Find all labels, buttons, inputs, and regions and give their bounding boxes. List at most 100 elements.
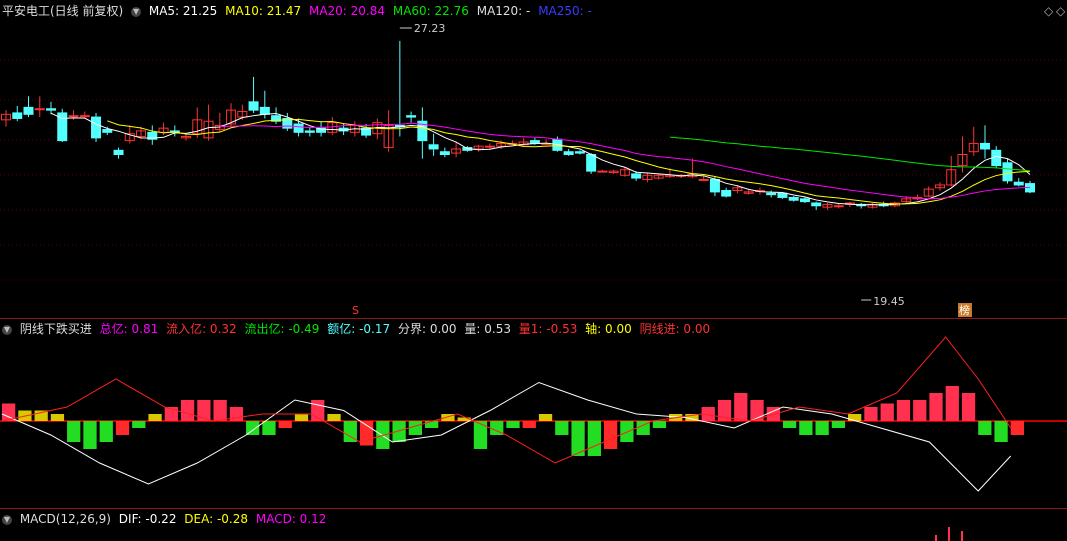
indicator-bar — [538, 414, 553, 421]
indicator-bar — [603, 421, 618, 449]
indicator-bar — [880, 403, 894, 421]
candle-body — [428, 144, 439, 150]
indicator-bar — [473, 421, 488, 449]
kline-chart[interactable]: 27.23 19.45 S 榜 — [0, 0, 1067, 318]
candle-body — [304, 130, 315, 133]
ma60-value: MA60: 22.76 — [392, 4, 469, 18]
indicator-bar — [294, 414, 309, 421]
indicator-bar — [180, 400, 195, 421]
candle-body — [293, 123, 304, 133]
dropdown-icon[interactable]: ▼ — [2, 324, 12, 335]
indicator-bar — [848, 414, 862, 421]
candle-body — [698, 178, 709, 181]
candle-body — [811, 202, 822, 207]
ma10-value: MA10: 21.47 — [225, 4, 302, 18]
macd-bar — [935, 535, 937, 541]
indicator-bar — [620, 421, 634, 442]
indicator-bar — [945, 386, 959, 421]
diamond-icon[interactable]: ◇ — [1044, 4, 1053, 18]
indicator-bar — [327, 414, 341, 421]
indicator-bar — [229, 407, 244, 421]
candle-body — [439, 151, 450, 155]
ma250-value: MA250: - — [538, 4, 592, 18]
candle-body — [709, 178, 720, 193]
candle-body — [586, 153, 597, 172]
dropdown-icon[interactable]: ▼ — [2, 514, 12, 525]
indicator-bar — [408, 421, 423, 435]
candle-body — [46, 108, 57, 111]
candle-body — [574, 151, 585, 154]
candle-body — [777, 192, 788, 198]
candle-body — [91, 116, 102, 139]
bang-marker: 榜 — [959, 303, 970, 317]
amount-value: 额亿: -0.17 — [327, 322, 391, 336]
red-curve — [1, 336, 1012, 464]
dropdown-icon[interactable]: ▼ — [131, 6, 142, 17]
indicator-bar — [278, 421, 292, 428]
macd-panel[interactable]: ▼ MACD(12,26,9) DIF: -0.22 DEA: -0.28 MA… — [0, 508, 1067, 541]
dif-value: DIF: -0.22 — [118, 512, 177, 526]
indicator-bar — [83, 421, 97, 449]
main-kline-panel[interactable]: 27.23 19.45 S 榜 平安电工(日线 前复权) ▼ MA5: 21.25 M… — [0, 0, 1067, 318]
candle-body — [34, 108, 45, 111]
indicator-bar — [262, 421, 276, 435]
yinxian-value: 阴线进: 0.00 — [639, 322, 711, 336]
indicator-header: ▼ 阴线下跌买进 总亿: 0.81 流入亿: 0.32 流出亿: -0.49 额… — [0, 318, 714, 340]
ma5-value: MA5: 21.25 — [148, 4, 218, 18]
indicator-bar — [1010, 421, 1024, 435]
indicator-panel[interactable]: ▼ 阴线下跌买进 总亿: 0.81 流入亿: 0.32 流出亿: -0.49 额… — [0, 318, 1067, 508]
indicator-bar — [799, 421, 813, 435]
candle-body — [1002, 162, 1013, 182]
candle-body — [833, 205, 844, 208]
indicator-bar — [555, 421, 569, 435]
macd-bar — [961, 531, 963, 541]
outflow-value: 流出亿: -0.49 — [244, 322, 320, 336]
white-curve — [1, 381, 1012, 492]
high-label: 27.23 — [414, 22, 446, 35]
indicator-bar — [506, 421, 520, 428]
candle-body — [799, 198, 810, 203]
s-marker: S — [352, 304, 359, 317]
diamond-icon-2[interactable]: ◇ — [1056, 4, 1065, 18]
indicator-bar — [99, 421, 113, 442]
vol1-value: 量1: -0.53 — [518, 322, 578, 336]
macd-bar — [948, 527, 950, 541]
candle-body — [79, 115, 90, 118]
main-header: 平安电工(日线 前复权) ▼ MA5: 21.25 MA10: 21.47 MA… — [0, 0, 596, 22]
indicator-bar — [50, 414, 65, 421]
candle-body — [529, 140, 540, 144]
candle-body — [563, 151, 574, 155]
indicator-bar — [994, 421, 1008, 442]
candle-body — [68, 115, 79, 118]
candle-body — [1013, 181, 1024, 186]
indicator-bar — [392, 421, 406, 442]
macd-title[interactable]: MACD(12,26,9) — [20, 512, 111, 526]
stock-title[interactable]: 平安电工(日线 前复权) — [2, 4, 123, 18]
indicator-bar — [929, 393, 943, 421]
vol-value: 量: 0.53 — [464, 322, 511, 336]
indicator-bar — [132, 421, 146, 428]
indicator-bar — [734, 393, 748, 421]
indicator-bar — [246, 421, 260, 435]
indicator-title[interactable]: 阴线下跌买进 — [20, 322, 92, 336]
indicator-bar — [522, 421, 536, 428]
ma20-line — [219, 122, 1031, 200]
indicator-bar — [67, 421, 81, 442]
indicator-chart[interactable] — [0, 318, 1067, 508]
candle-body — [259, 106, 270, 115]
macd-value: MACD: 0.12 — [255, 512, 327, 526]
candle-body — [597, 170, 608, 173]
divide-value: 分界: 0.00 — [397, 322, 457, 336]
candle-body — [102, 129, 113, 133]
indicator-bar — [652, 421, 667, 428]
candle-body — [721, 190, 732, 197]
indicator-bar — [864, 407, 878, 421]
candle-body — [979, 142, 990, 150]
ma20-value: MA20: 20.84 — [308, 4, 386, 18]
inflow-value: 流入亿: 0.32 — [166, 322, 237, 336]
indicator-bar — [913, 400, 927, 421]
indicator-bar — [896, 400, 911, 421]
dea-value: DEA: -0.28 — [184, 512, 249, 526]
indicator-bar — [961, 393, 976, 421]
indicator-bar — [831, 421, 846, 428]
